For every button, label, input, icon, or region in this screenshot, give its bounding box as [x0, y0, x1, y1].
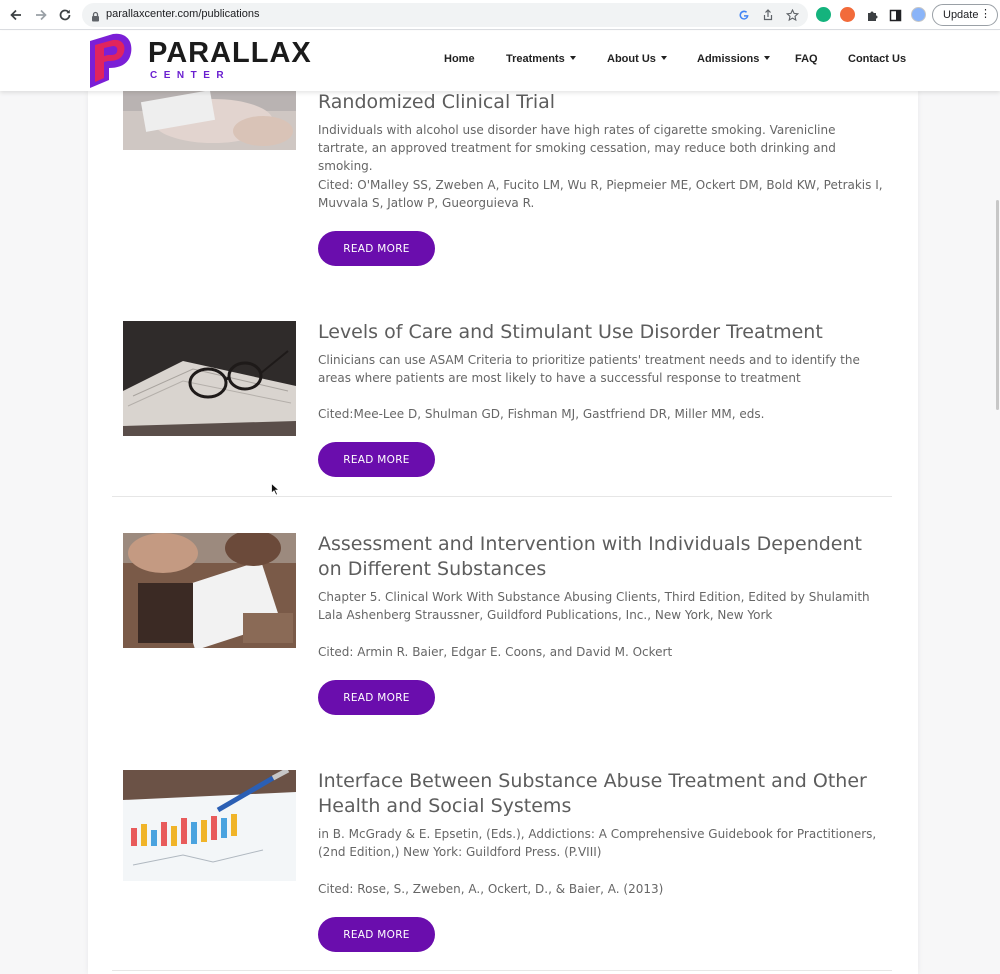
publication-description: Chapter 5. Clinical Work With Substance …	[318, 590, 870, 622]
site-header: PARALLAX CENTER Home Treatments About Us…	[0, 31, 1000, 91]
nav-home[interactable]: Home	[444, 53, 475, 65]
chevron-down-icon	[569, 56, 576, 60]
publication-image-glasses	[123, 321, 296, 436]
nav-admissions-label: Admissions	[697, 53, 760, 65]
side-panel-icon[interactable]	[885, 5, 905, 25]
logo-wordmark[interactable]: PARALLAX	[148, 37, 312, 70]
publication-title[interactable]: Levels of Care and Stimulant Use Disorde…	[318, 320, 888, 345]
read-more-button[interactable]: READ MORE	[318, 917, 435, 952]
update-button[interactable]: Update ⋮	[932, 4, 998, 26]
more-menu-icon[interactable]: ⋮	[980, 8, 991, 21]
publication-image-meeting	[123, 533, 296, 648]
publication-citation: Cited:Mee-Lee D, Shulman GD, Fishman MJ,…	[318, 407, 765, 421]
chevron-down-icon	[660, 56, 667, 60]
nav-contact-us[interactable]: Contact Us	[848, 53, 906, 65]
browser-toolbar: parallaxcenter.com/publications Update ⋮	[0, 0, 1000, 30]
section-divider	[112, 970, 892, 971]
nav-about-us[interactable]: About Us	[607, 53, 667, 65]
profile-avatar[interactable]	[911, 7, 926, 22]
reload-icon[interactable]	[55, 5, 75, 25]
grammarly-extension-icon[interactable]	[816, 7, 831, 22]
publication-image-chart	[123, 770, 296, 881]
nav-contact-label: Contact Us	[848, 53, 907, 65]
publication-title[interactable]: Assessment and Intervention with Individ…	[318, 532, 888, 582]
forward-arrow-icon[interactable]	[31, 5, 51, 25]
chevron-down-icon	[764, 56, 771, 60]
publication-description: Individuals with alcohol use disorder ha…	[318, 123, 836, 173]
google-icon[interactable]	[736, 7, 752, 23]
nav-home-label: Home	[444, 53, 475, 65]
publication-description: in B. McGrady & E. Epsetin, (Eds.), Addi…	[318, 827, 877, 859]
nav-faq-label: FAQ	[795, 53, 818, 65]
address-bar[interactable]: parallaxcenter.com/publications	[82, 3, 808, 27]
read-more-button[interactable]: READ MORE	[318, 231, 435, 266]
publication-description: Clinicians can use ASAM Criteria to prio…	[318, 353, 860, 385]
read-more-button[interactable]: READ MORE	[318, 442, 435, 477]
logo-subtitle: CENTER	[150, 70, 231, 81]
mouse-cursor-icon	[271, 482, 281, 501]
nav-faq[interactable]: FAQ	[795, 53, 818, 65]
publication-image-hands	[123, 91, 296, 150]
publication-title[interactable]: Randomized Clinical Trial	[318, 90, 888, 115]
nav-treatments-label: Treatments	[506, 53, 565, 65]
nav-treatments[interactable]: Treatments	[506, 53, 576, 65]
nav-admissions[interactable]: Admissions	[697, 53, 771, 65]
share-icon[interactable]	[760, 7, 776, 23]
update-label: Update	[943, 9, 979, 21]
section-divider	[112, 496, 892, 497]
bookmark-star-icon[interactable]	[784, 7, 800, 23]
puzzle-extensions-icon[interactable]	[862, 5, 882, 25]
parallax-logo-icon[interactable]	[87, 33, 133, 89]
publication-title[interactable]: Interface Between Substance Abuse Treatm…	[318, 769, 888, 819]
publication-citation: Cited: Rose, S., Zweben, A., Ockert, D.,…	[318, 882, 664, 896]
url-text: parallaxcenter.com/publications	[106, 8, 260, 20]
nav-about-label: About Us	[607, 53, 656, 65]
publication-citation: Cited: Armin R. Baier, Edgar E. Coons, a…	[318, 645, 673, 659]
read-more-button[interactable]: READ MORE	[318, 680, 435, 715]
lock-icon	[91, 9, 100, 27]
publication-citation: Cited: O'Malley SS, Zweben A, Fucito LM,…	[318, 178, 883, 210]
back-arrow-icon[interactable]	[6, 5, 26, 25]
extension-icon[interactable]	[840, 7, 855, 22]
page-scrollbar[interactable]	[996, 200, 999, 410]
